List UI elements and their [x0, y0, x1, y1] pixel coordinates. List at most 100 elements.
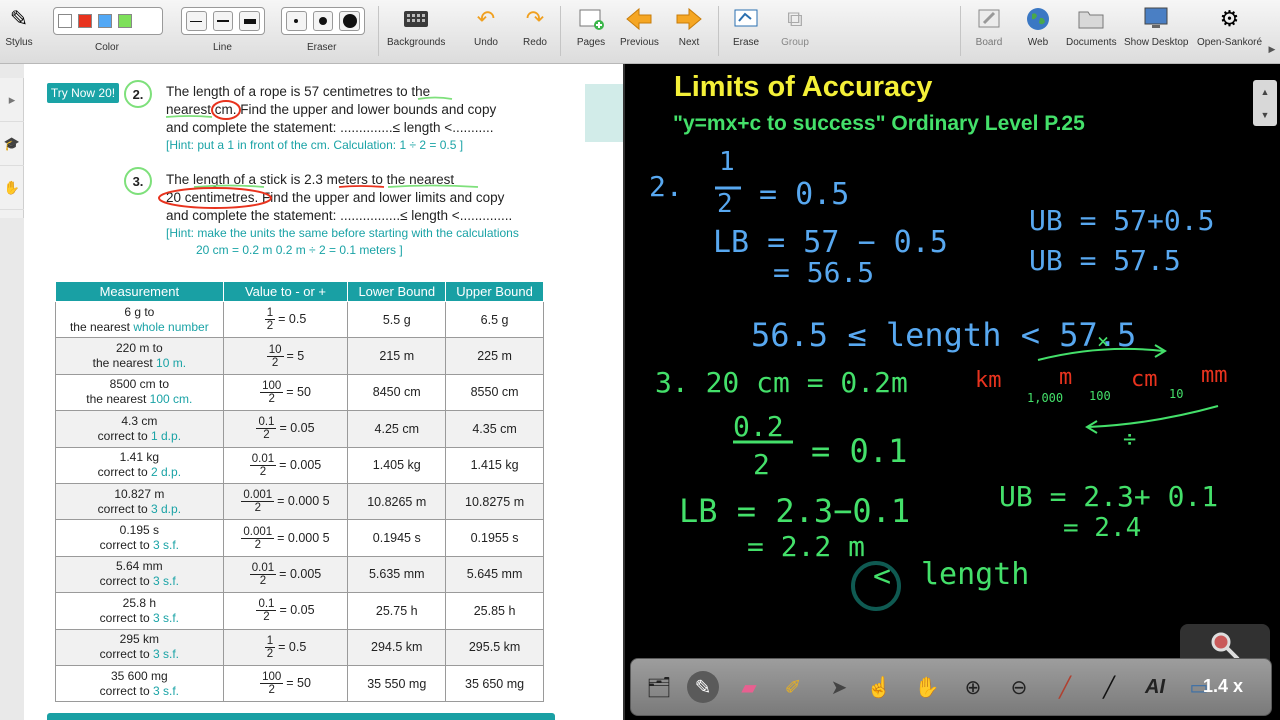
upper-bound-cell: 25.85 h [445, 592, 544, 630]
highlighter-icon[interactable]: ✐ [777, 671, 809, 703]
zoom-out-icon[interactable]: ⊖ [1003, 671, 1035, 703]
ink-factor-1000: 1,000 [1027, 391, 1063, 405]
open-sankore-button[interactable]: ⚙ Open-Sankoré [1197, 4, 1262, 48]
previous-page-button[interactable]: Previous [620, 4, 659, 48]
folder-icon [1076, 4, 1106, 34]
arrow-down-icon: ▼ [1260, 109, 1270, 120]
fraction: 100 2 [260, 379, 284, 405]
show-desktop-button[interactable]: Show Desktop [1124, 4, 1188, 48]
hand-pan-icon[interactable]: ✋ [911, 671, 943, 703]
table-row: 8500 cm to the nearest 100 cm. 100 2 = 50 845… [55, 373, 544, 412]
measurement-cell: 25.8 h correct to 3 s.f. [55, 592, 224, 630]
text-tool-icon[interactable]: AI [1139, 671, 1171, 703]
erase-board-icon [731, 4, 761, 34]
half-value-cell: 1 2 = 0.5 [222, 628, 349, 666]
ink-unit-km: km [975, 368, 1002, 393]
handwriting-layer: 2. 1 2 = 0.5 LB = 57 − 0.5 = 56.5 UB = 5… [649, 147, 1228, 611]
arrow-left-icon [624, 4, 654, 34]
documents-button[interactable]: Documents [1066, 4, 1117, 48]
measurement-precision: correct to 1 d.p. [97, 428, 182, 443]
upper-bound-cell: 8550 cm [445, 373, 544, 412]
interact-hand-icon[interactable]: ☝ [863, 671, 895, 703]
lower-bound-cell: 294.5 km [347, 628, 447, 666]
measurement-precision: correct to 3 s.f. [99, 683, 180, 698]
col-header-value: Value to - or + [222, 281, 349, 302]
upper-bound-cell: 6.5 g [445, 300, 544, 339]
measurement-value: 6 g to [124, 304, 155, 319]
eraser-tool-icon[interactable]: ▰ [733, 671, 765, 703]
lower-bound-cell: 8450 cm [347, 373, 447, 412]
half-value-cell: 0.001 2 = 0.000 5 [222, 482, 349, 521]
half-value-cell: 0.01 2 = 0.005 [222, 446, 349, 484]
half-value-cell: 1 2 = 0.5 [222, 300, 349, 339]
measurement-cell: 0.195 s correct to 3 s.f. [55, 519, 224, 557]
measurement-value: 0.195 s [119, 523, 160, 538]
table-row: 5.64 mm correct to 3 s.f. 0.01 2 = 0.005 5.63… [55, 555, 544, 594]
measurement-cell: 6 g to the nearest whole number [55, 300, 224, 339]
table-row: 10.827 m correct to 3 d.p. 0.001 2 = 0.000 5… [55, 482, 544, 521]
ink-half-numerator: 1 [719, 147, 735, 177]
group-button[interactable]: ⧉ Group [780, 4, 810, 48]
toolbar-separator [960, 6, 961, 56]
globe-icon [1023, 4, 1053, 34]
lower-bound-cell: 25.75 h [347, 592, 447, 630]
table-row: 6 g to the nearest whole number 1 2 = 0.5 5.5… [55, 300, 544, 339]
next-page-button[interactable]: Next [674, 4, 704, 48]
line-tool-icon[interactable]: ╱ [1093, 671, 1125, 703]
table-row: 4.3 cm correct to 1 d.p. 0.1 2 = 0.05 4.25 cm… [55, 410, 544, 448]
ink-ub2-result: = 2.4 [1063, 513, 1141, 543]
ink-q3-header: 3. 20 cm = 0.2m [655, 366, 908, 399]
lower-bound-cell: 35 550 mg [347, 664, 447, 703]
gear-icon: ⚙ [1219, 6, 1240, 31]
ink-x-mark: × [1097, 329, 1109, 353]
toolbar-separator [718, 6, 719, 56]
ink-frac-denominator: 2 [753, 448, 770, 481]
measurement-value: 10.827 m [114, 486, 165, 501]
measurement-value: 295 km [119, 632, 160, 647]
ink-frac-numerator: 0.2 [733, 410, 784, 443]
fraction: 10 2 [266, 343, 284, 369]
fraction: 0.01 2 [249, 561, 277, 587]
pen-tool-icon[interactable]: ✎ [687, 671, 719, 703]
measurement-value: 1.41 kg [119, 450, 160, 465]
ink-divide-sign: ÷ [1123, 427, 1136, 452]
ink-eq-0-5: = 0.5 [759, 177, 849, 212]
ink-statement: 56.5 ≤ length < 57.5 [751, 316, 1136, 354]
ink-ub2-calc: UB = 2.3+ 0.1 [999, 480, 1218, 513]
ink-factor-100: 100 [1089, 389, 1111, 403]
measurement-precision: the nearest whole number [69, 319, 209, 334]
pointer-icon[interactable]: ╱ [1049, 671, 1081, 703]
monitor-icon [1141, 4, 1171, 34]
measurement-value: 25.8 h [122, 595, 157, 610]
table-row: 1.41 kg correct to 2 d.p. 0.01 2 = 0.005 1.40… [55, 446, 544, 484]
measurement-value: 4.3 cm [121, 413, 158, 428]
half-value-cell: 0.1 2 = 0.05 [222, 410, 349, 448]
ink-lb-result: = 56.5 [773, 256, 874, 289]
measurement-cell: 4.3 cm correct to 1 d.p. [55, 410, 224, 448]
board-button[interactable]: Board [974, 4, 1004, 48]
library-icon[interactable]: 🗂 [643, 671, 675, 703]
measurement-precision: correct to 2 d.p. [97, 465, 182, 480]
ink-unit-mm: mm [1201, 363, 1228, 388]
upper-bound-cell: 295.5 km [445, 628, 544, 666]
upper-bound-cell: 0.1955 s [445, 519, 544, 557]
arrow-up-icon: ▲ [1260, 86, 1270, 97]
fraction: 12 [264, 634, 276, 660]
selector-arrow-icon[interactable]: ➤ [823, 671, 855, 703]
web-button[interactable]: Web [1023, 4, 1053, 48]
erase-button[interactable]: Erase [731, 4, 761, 48]
half-value-cell: 0.1 2 = 0.05 [222, 592, 349, 630]
ink-lb2-result: = 2.2 m [747, 530, 865, 563]
measurement-value: 8500 cm to [109, 377, 170, 392]
measurement-precision: the nearest 10 m. [92, 356, 187, 371]
zoom-in-icon[interactable]: ⊕ [957, 671, 989, 703]
board-side-arrows[interactable]: ▲ ▼ [1253, 80, 1277, 126]
lower-bound-cell: 10.8265 m [347, 482, 447, 521]
half-value-cell: 10 2 = 5 [222, 337, 349, 375]
col-header-measurement: Measurement [55, 281, 224, 302]
measurement-precision: correct to 3 d.p. [97, 501, 182, 516]
half-value-cell: 100 2 = 50 [222, 373, 349, 412]
lower-bound-cell: 5.635 mm [347, 555, 447, 594]
arrow-right-icon [674, 4, 704, 34]
toolbar-scroll-icon[interactable]: ▶ [1266, 44, 1278, 58]
